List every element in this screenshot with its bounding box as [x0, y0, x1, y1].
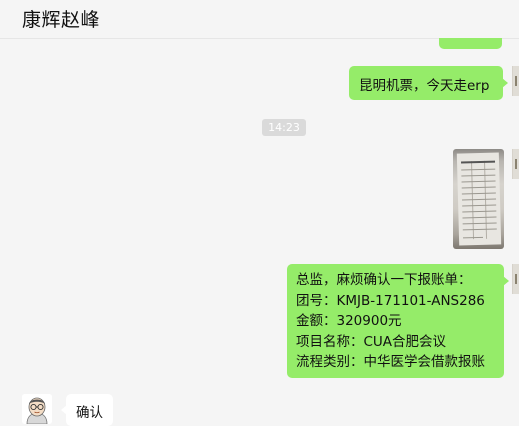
message-bubble-confirm[interactable]: 确认 — [61, 394, 113, 426]
message-bubble-erp[interactable]: 昆明机票，今天走erp — [349, 66, 508, 100]
message-bubble-expense-report[interactable]: 总监，麻烦确认一下报账单： 团号：KMJB-171101-ANS286 金额：3… — [287, 264, 509, 378]
document-photo — [456, 152, 502, 246]
my-avatar[interactable] — [512, 264, 519, 294]
previous-message-bubble[interactable] — [439, 38, 502, 49]
person-with-glasses-icon — [22, 394, 52, 424]
message-line: 团号：KMJB-171101-ANS286 — [296, 292, 485, 309]
message-text: 确认 — [76, 405, 103, 421]
message-line: 金额：320900元 — [296, 313, 402, 329]
my-avatar[interactable] — [512, 66, 519, 96]
sent-document-image[interactable] — [453, 149, 504, 249]
message-line: 项目名称：CUA合肥会议 — [296, 333, 447, 350]
message-line: 流程类别：中华医学会借款报账 — [296, 354, 485, 370]
my-avatar[interactable] — [512, 149, 519, 179]
message-timestamp: 14:23 — [262, 119, 306, 136]
contact-avatar[interactable] — [22, 394, 52, 424]
chat-title: 康辉赵峰 — [22, 9, 101, 31]
message-line: 总监，麻烦确认一下报账单： — [296, 272, 472, 288]
message-text: 昆明机票，今天走erp — [359, 78, 490, 94]
chat-header: 康辉赵峰 — [0, 0, 519, 39]
